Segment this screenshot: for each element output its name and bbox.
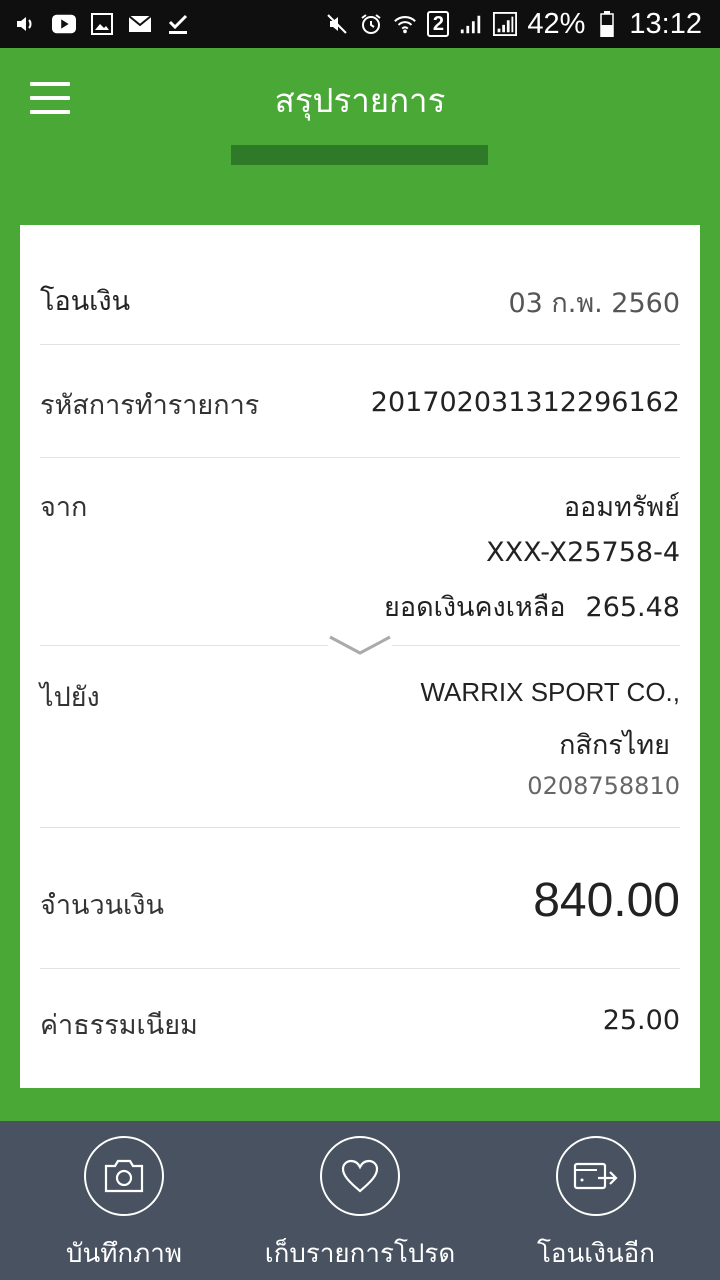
- youtube-icon: [52, 12, 76, 36]
- save-favorite-label: เก็บรายการโปรด: [264, 1239, 456, 1269]
- save-image-button[interactable]: บันทึกภาพ: [4, 1121, 244, 1280]
- camera-icon: [84, 1136, 164, 1216]
- gallery-icon: [90, 12, 114, 36]
- fee-value: 25.00: [602, 1005, 680, 1036]
- header-progress-bar: [231, 145, 488, 165]
- download-done-icon: [166, 12, 190, 36]
- signal-icon: [459, 12, 483, 36]
- transaction-summary-card: โอนเงิน 03 ก.พ. 2560 รหัสการทำรายการ 201…: [20, 225, 700, 1088]
- divider: [40, 827, 680, 828]
- chevron-down-icon[interactable]: [328, 633, 392, 657]
- status-bar-notifications: [14, 0, 190, 48]
- page-title: สรุปรายการ: [274, 81, 446, 120]
- balance-label: ยอดเงินคงเหลือ: [384, 592, 566, 623]
- to-account-number: 0208758810: [527, 772, 680, 800]
- divider: [40, 968, 680, 969]
- amount-value: 840.00: [533, 874, 680, 927]
- sim-badge: 2: [427, 11, 450, 37]
- to-name: WARRIX SPORT CO.,: [420, 677, 680, 707]
- divider: [40, 457, 680, 458]
- fee-label: ค่าธรรมเนียม: [40, 1010, 198, 1041]
- app-bar: สรุปรายการ: [0, 48, 720, 224]
- bottom-action-bar: บันทึกภาพ เก็บรายการโปรด โอนเงินอีก: [0, 1121, 720, 1280]
- amount-label: จำนวนเงิน: [40, 890, 164, 921]
- divider: [40, 344, 680, 345]
- from-label: จาก: [40, 492, 88, 523]
- transfer-date: 03 ก.พ. 2560: [508, 288, 680, 319]
- to-label: ไปยัง: [40, 682, 100, 713]
- to-row: ไปยัง WARRIX SPORT CO., กสิกรไทย 0208758…: [40, 675, 680, 805]
- reference-number: 201702031312296162: [370, 387, 680, 418]
- save-favorite-button[interactable]: เก็บรายการโปรด: [240, 1121, 480, 1280]
- wifi-icon: [393, 12, 417, 36]
- signal-icon: [493, 12, 518, 36]
- reference-label: รหัสการทำรายการ: [40, 390, 260, 421]
- from-row: จาก ออมทรัพย์ XXX-X25758-4 ยอดเงินคงเหลื…: [40, 485, 680, 625]
- save-image-label: บันทึกภาพ: [65, 1239, 183, 1269]
- clock: 13:12: [629, 7, 702, 40]
- from-balance: ยอดเงินคงเหลือ 265.48: [384, 585, 680, 628]
- battery-icon: [595, 11, 619, 37]
- transfer-row: โอนเงิน 03 ก.พ. 2560: [40, 277, 680, 319]
- transfer-label: โอนเงิน: [40, 286, 131, 317]
- mail-icon: [128, 12, 152, 36]
- wallet-transfer-icon: [556, 1136, 636, 1216]
- mute-icon: [325, 12, 349, 36]
- transfer-again-label: โอนเงินอีก: [536, 1239, 656, 1269]
- status-bar-system: 2 42% 13:12: [325, 0, 702, 48]
- reference-row: รหัสการทำรายการ 201702031312296162: [40, 383, 680, 427]
- volume-icon: [14, 12, 38, 36]
- transfer-again-button[interactable]: โอนเงินอีก: [476, 1121, 716, 1280]
- from-account-type: ออมทรัพย์: [563, 492, 680, 523]
- heart-icon: [320, 1136, 400, 1216]
- balance-value: 265.48: [585, 592, 680, 623]
- from-account-number: XXX-X25758-4: [486, 537, 680, 568]
- amount-row: จำนวนเงิน 840.00: [40, 873, 680, 933]
- status-bar: 2 42% 13:12: [0, 0, 720, 48]
- alarm-icon: [359, 12, 383, 36]
- to-bank: กสิกรไทย: [559, 730, 670, 761]
- battery-percent: 42%: [527, 7, 586, 40]
- fee-row: ค่าธรรมเนียม 25.00: [40, 1003, 680, 1043]
